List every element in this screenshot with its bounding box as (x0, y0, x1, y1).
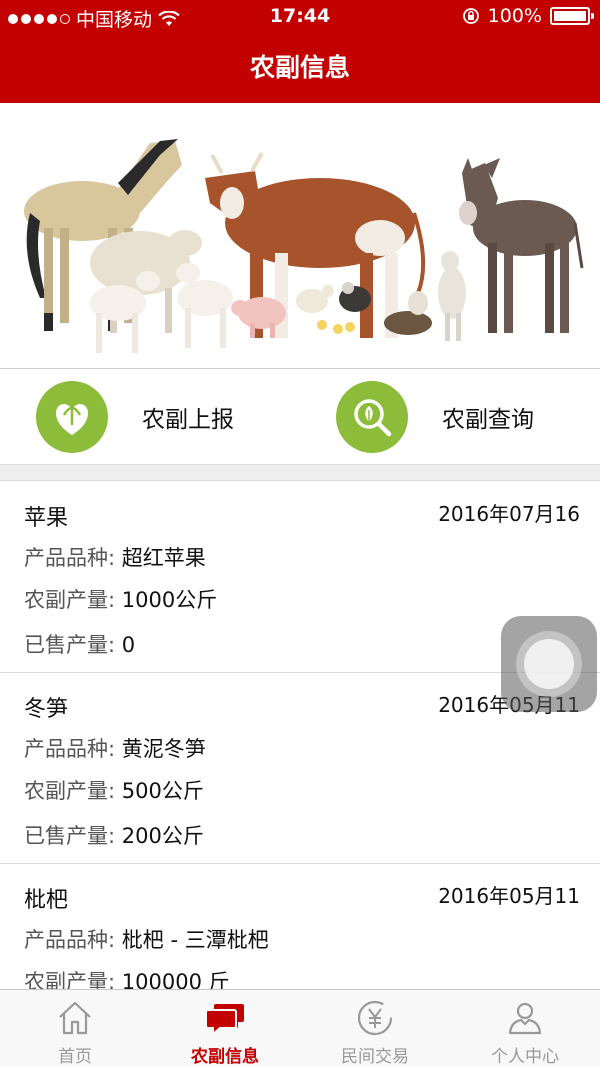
output-value: 100000 斤 (121, 970, 230, 989)
query-button[interactable]: 农副查询 (336, 381, 534, 453)
item-name: 苹果 (24, 506, 69, 531)
app-header: 中国移动 17:44 100% 农副信息 (0, 0, 600, 103)
sold-key: 已售产量: (24, 824, 122, 848)
person-icon (508, 1002, 542, 1035)
item-sold-row: 已售产量: 0 (24, 629, 135, 659)
farm-animals-image (24, 139, 584, 353)
output-value: 500公斤 (121, 779, 204, 803)
actions-bar: 农副上报 农副查询 (0, 368, 600, 465)
query-label: 农副查询 (442, 407, 534, 433)
item-output-row: 农副产量: 1000公斤 (24, 584, 217, 614)
tab-agri-info[interactable]: 农副信息 (150, 990, 300, 1067)
assistive-touch-ring (516, 631, 582, 697)
item-date: 2016年07月16 (438, 502, 580, 526)
rotation-lock-icon (462, 8, 479, 24)
variety-value: 黄泥冬笋 (121, 737, 206, 761)
section-divider (0, 465, 600, 481)
tab-folk-trade-label: 民间交易 (341, 1047, 409, 1067)
query-search-icon (336, 381, 408, 453)
item-name: 冬笋 (24, 697, 69, 722)
tab-personal-center[interactable]: 个人中心 (450, 990, 600, 1067)
item-output-row: 农副产量: 100000 斤 (24, 966, 230, 989)
report-label: 农副上报 (142, 407, 234, 433)
battery-percent: 100% (487, 5, 542, 27)
output-key: 农副产量: (24, 970, 122, 989)
tab-home-label: 首页 (58, 1047, 92, 1067)
tab-folk-trade[interactable]: 民间交易 (300, 990, 450, 1067)
item-name: 枇杷 (24, 888, 69, 913)
tab-agri-info-label: 农副信息 (191, 1047, 259, 1067)
item-sold-row: 已售产量: 200公斤 (24, 820, 204, 850)
item-output-row: 农副产量: 500公斤 (24, 775, 204, 805)
variety-key: 产品品种: (24, 737, 122, 761)
chat-bubbles-icon (205, 1004, 244, 1037)
tab-home[interactable]: 首页 (0, 990, 150, 1067)
item-variety-row: 产品品种: 超红苹果 (24, 542, 206, 572)
tab-personal-center-label: 个人中心 (491, 1047, 559, 1067)
assistive-touch-dot (524, 639, 574, 689)
produce-list[interactable]: 苹果 2016年07月16 产品品种: 超红苹果 农副产量: 1000公斤 已售… (0, 482, 600, 989)
variety-value: 枇杷 - 三潭枇杷 (121, 928, 269, 952)
assistive-touch-button[interactable] (501, 616, 597, 712)
report-leaf-icon (36, 381, 108, 453)
variety-key: 产品品种: (24, 546, 122, 570)
donkey-illustration (459, 158, 584, 333)
home-icon (59, 1001, 91, 1035)
sold-key: 已售产量: (24, 633, 122, 657)
yen-coin-icon (357, 1000, 393, 1036)
sold-value: 0 (121, 633, 136, 657)
output-value: 1000公斤 (121, 588, 218, 612)
item-date: 2016年05月11 (438, 884, 580, 908)
variety-value: 超红苹果 (121, 546, 206, 570)
status-bar: 中国移动 17:44 100% (0, 0, 600, 34)
item-variety-row: 产品品种: 枇杷 - 三潭枇杷 (24, 924, 269, 954)
page-title: 农副信息 (249, 53, 350, 82)
chickens-illustration (296, 282, 371, 334)
farm-animals-banner (0, 103, 600, 368)
list-item[interactable]: 枇杷 2016年05月11 产品品种: 枇杷 - 三潭枇杷 农副产量: 1000… (0, 864, 600, 989)
output-key: 农副产量: (24, 779, 122, 803)
status-right: 100% (462, 5, 594, 27)
report-button[interactable]: 农副上报 (36, 381, 234, 453)
sold-value: 200公斤 (121, 824, 204, 848)
tab-bar: 首页 农副信息 民间交易 个人中心 (0, 989, 600, 1067)
variety-key: 产品品种: (24, 928, 122, 952)
output-key: 农副产量: (24, 588, 122, 612)
battery-icon (550, 7, 594, 25)
item-variety-row: 产品品种: 黄泥冬笋 (24, 733, 206, 763)
